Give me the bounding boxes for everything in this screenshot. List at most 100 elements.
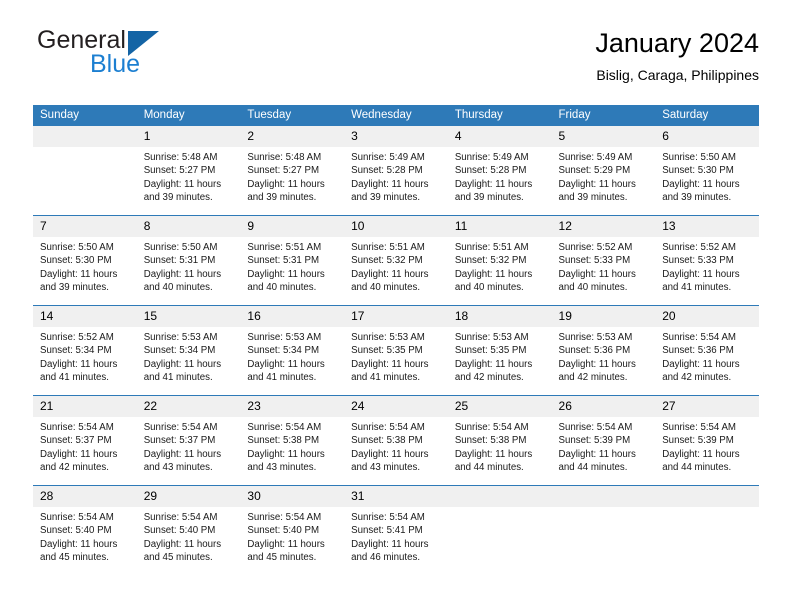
sunset-text: Sunset: 5:34 PM: [143, 345, 216, 357]
day-number: 28: [33, 486, 137, 507]
calendar-day-cell[interactable]: 7 Sunrise: 5:50 AM Sunset: 5:30 PM Daylight…: [33, 215, 137, 306]
calendar-day-cell[interactable]: 10 Sunrise: 5:51 AM Sunset: 5:32 PM Dayligh…: [344, 215, 448, 306]
daylight-text-line1: Daylight: 11 hours: [454, 268, 533, 280]
sunrise-text: Sunrise: 5:54 AM: [247, 422, 322, 433]
day-sun-info: Sunrise: 5:52 AM Sunset: 5:33 PM Daylight:…: [655, 237, 759, 295]
daylight-text-line2: and 40 minutes.: [454, 282, 524, 294]
day-number: 23: [240, 396, 345, 417]
weekday-header-wednesday: Wednesday: [344, 105, 448, 126]
sunrise-text: Sunrise: 5:54 AM: [247, 512, 322, 523]
calendar-day-cell[interactable]: 8 Sunrise: 5:50 AM Sunset: 5:31 PM Daylight…: [136, 215, 241, 306]
calendar-day-cell[interactable]: 5 Sunrise: 5:49 AM Sunset: 5:29 PM Daylight…: [551, 125, 656, 216]
calendar-day-cell[interactable]: 17 Sunrise: 5:53 AM Sunset: 5:35 PM Dayligh…: [344, 305, 448, 396]
day-sun-info: Sunrise: 5:54 AM Sunset: 5:38 PM Daylight:…: [448, 417, 552, 475]
calendar-day-cell[interactable]: 3 Sunrise: 5:49 AM Sunset: 5:28 PM Daylight…: [344, 125, 448, 216]
page-subtitle: Bislig, Caraga, Philippines: [596, 67, 759, 83]
sunrise-text: Sunrise: 5:52 AM: [40, 332, 114, 343]
daylight-text-line2: and 40 minutes.: [143, 282, 213, 294]
day-number: 19: [551, 306, 656, 327]
daylight-text-line2: and 39 minutes.: [143, 192, 213, 204]
calendar-day-cell[interactable]: 21 Sunrise: 5:54 AM Sunset: 5:37 PM Dayligh…: [33, 395, 137, 486]
calendar-day-cell[interactable]: 20 Sunrise: 5:54 AM Sunset: 5:36 PM Dayligh…: [655, 305, 759, 396]
calendar-day-cell[interactable]: 24 Sunrise: 5:54 AM Sunset: 5:38 PM Dayligh…: [344, 395, 448, 486]
daylight-text-line1: Daylight: 11 hours: [247, 358, 325, 370]
calendar-grid: Sunday Monday Tuesday Wednesday Thursday…: [33, 105, 759, 575]
calendar-day-cell[interactable]: 11 Sunrise: 5:51 AM Sunset: 5:32 PM Dayligh…: [447, 215, 552, 306]
sunrise-text: Sunrise: 5:54 AM: [454, 422, 529, 433]
day-number: 21: [33, 396, 137, 417]
calendar-day-cell[interactable]: 22 Sunrise: 5:54 AM Sunset: 5:37 PM Dayligh…: [136, 395, 241, 486]
daylight-text-line1: Daylight: 11 hours: [40, 268, 118, 280]
sunset-text: Sunset: 5:34 PM: [247, 345, 320, 357]
sunset-text: Sunset: 5:30 PM: [40, 255, 112, 267]
day-number: 4: [447, 126, 552, 147]
daylight-text-line1: Daylight: 11 hours: [351, 538, 429, 550]
day-sun-info: Sunrise: 5:51 AM Sunset: 5:31 PM Daylight:…: [240, 237, 344, 295]
calendar-day-cell[interactable]: 25 Sunrise: 5:54 AM Sunset: 5:38 PM Dayligh…: [447, 395, 552, 486]
day-sun-info: Sunrise: 5:54 AM Sunset: 5:40 PM Daylight:…: [33, 507, 137, 565]
daylight-text-line1: Daylight: 11 hours: [662, 448, 740, 460]
day-number: 16: [240, 306, 345, 327]
calendar-day-cell[interactable]: 23 Sunrise: 5:54 AM Sunset: 5:38 PM Dayligh…: [240, 395, 345, 486]
daylight-text-line2: and 39 minutes.: [40, 282, 109, 294]
calendar-day-cell[interactable]: 6 Sunrise: 5:50 AM Sunset: 5:30 PM Daylight…: [655, 125, 759, 216]
calendar-day-cell[interactable]: 27 Sunrise: 5:54 AM Sunset: 5:39 PM Dayligh…: [655, 395, 759, 486]
sunrise-text: Sunrise: 5:54 AM: [662, 332, 736, 343]
weekday-header-friday: Friday: [551, 105, 656, 126]
calendar-day-cell[interactable]: 29 Sunrise: 5:54 AM Sunset: 5:40 PM Dayligh…: [136, 485, 241, 575]
calendar-day-cell[interactable]: 15 Sunrise: 5:53 AM Sunset: 5:34 PM Dayligh…: [136, 305, 241, 396]
daylight-text-line2: and 42 minutes.: [558, 372, 628, 384]
calendar-day-cell[interactable]: 28 Sunrise: 5:54 AM Sunset: 5:40 PM Dayligh…: [33, 485, 137, 575]
page-title: January 2024: [595, 28, 759, 58]
day-number: 1: [136, 126, 241, 147]
daylight-text-line2: and 43 minutes.: [247, 462, 317, 474]
daylight-text-line1: Daylight: 11 hours: [40, 358, 118, 370]
sunset-text: Sunset: 5:36 PM: [662, 345, 734, 357]
sunrise-text: Sunrise: 5:53 AM: [351, 332, 425, 343]
sunrise-text: Sunrise: 5:54 AM: [143, 422, 218, 433]
calendar-day-cell[interactable]: 18 Sunrise: 5:53 AM Sunset: 5:35 PM Dayligh…: [447, 305, 552, 396]
calendar-day-cell[interactable]: 26 Sunrise: 5:54 AM Sunset: 5:39 PM Dayligh…: [551, 395, 656, 486]
sunset-text: Sunset: 5:38 PM: [351, 435, 423, 447]
sunset-text: Sunset: 5:37 PM: [40, 435, 112, 447]
daylight-text-line2: and 43 minutes.: [351, 462, 421, 474]
daylight-text-line1: Daylight: 11 hours: [143, 268, 222, 280]
calendar-day-cell[interactable]: 2 Sunrise: 5:48 AM Sunset: 5:27 PM Daylight…: [240, 125, 345, 216]
sunrise-text: Sunrise: 5:51 AM: [454, 242, 529, 253]
day-sun-info: Sunrise: 5:53 AM Sunset: 5:34 PM Daylight:…: [137, 327, 241, 385]
day-sun-info: Sunrise: 5:52 AM Sunset: 5:34 PM Daylight:…: [33, 327, 137, 385]
calendar-day-cell-empty: [33, 125, 137, 216]
calendar-day-cell[interactable]: 31 Sunrise: 5:54 AM Sunset: 5:41 PM Dayligh…: [344, 485, 448, 575]
sunset-text: Sunset: 5:33 PM: [558, 255, 631, 267]
calendar-day-cell[interactable]: 16 Sunrise: 5:53 AM Sunset: 5:34 PM Dayligh…: [240, 305, 345, 396]
sunset-text: Sunset: 5:29 PM: [558, 165, 631, 177]
calendar-day-cell[interactable]: 4 Sunrise: 5:49 AM Sunset: 5:28 PM Daylight…: [447, 125, 552, 216]
day-sun-info: Sunrise: 5:51 AM Sunset: 5:32 PM Daylight:…: [448, 237, 552, 295]
daylight-text-line1: Daylight: 11 hours: [351, 178, 429, 190]
calendar-day-cell[interactable]: 14 Sunrise: 5:52 AM Sunset: 5:34 PM Dayligh…: [33, 305, 137, 396]
sunset-text: Sunset: 5:28 PM: [454, 165, 527, 177]
day-sun-info: Sunrise: 5:48 AM Sunset: 5:27 PM Daylight:…: [137, 147, 241, 205]
day-number: [551, 486, 656, 507]
sunset-text: Sunset: 5:33 PM: [662, 255, 734, 267]
daylight-text-line2: and 41 minutes.: [40, 372, 109, 384]
day-sun-info: Sunrise: 5:54 AM Sunset: 5:39 PM Daylight:…: [552, 417, 656, 475]
sunset-text: Sunset: 5:40 PM: [40, 525, 112, 537]
sunrise-text: Sunrise: 5:54 AM: [351, 512, 425, 523]
sunset-text: Sunset: 5:30 PM: [662, 165, 734, 177]
calendar-day-cell[interactable]: 19 Sunrise: 5:53 AM Sunset: 5:36 PM Dayligh…: [551, 305, 656, 396]
daylight-text-line2: and 39 minutes.: [351, 192, 421, 204]
daylight-text-line1: Daylight: 11 hours: [247, 538, 325, 550]
calendar-day-cell[interactable]: 9 Sunrise: 5:51 AM Sunset: 5:31 PM Daylight…: [240, 215, 345, 306]
daylight-text-line2: and 40 minutes.: [351, 282, 421, 294]
day-number: 15: [136, 306, 241, 327]
calendar-day-cell[interactable]: 12 Sunrise: 5:52 AM Sunset: 5:33 PM Dayligh…: [551, 215, 656, 306]
calendar-day-cell[interactable]: 1 Sunrise: 5:48 AM Sunset: 5:27 PM Daylight…: [136, 125, 241, 216]
calendar-day-cell[interactable]: 30 Sunrise: 5:54 AM Sunset: 5:40 PM Dayligh…: [240, 485, 345, 575]
daylight-text-line2: and 44 minutes.: [454, 462, 524, 474]
sunrise-text: Sunrise: 5:51 AM: [247, 242, 322, 253]
daylight-text-line1: Daylight: 11 hours: [662, 268, 740, 280]
generalblue-logo[interactable]: General Blue: [33, 26, 263, 88]
calendar-week-row: 28 Sunrise: 5:54 AM Sunset: 5:40 PM Dayligh…: [33, 485, 759, 575]
calendar-day-cell[interactable]: 13 Sunrise: 5:52 AM Sunset: 5:33 PM Dayligh…: [655, 215, 759, 306]
